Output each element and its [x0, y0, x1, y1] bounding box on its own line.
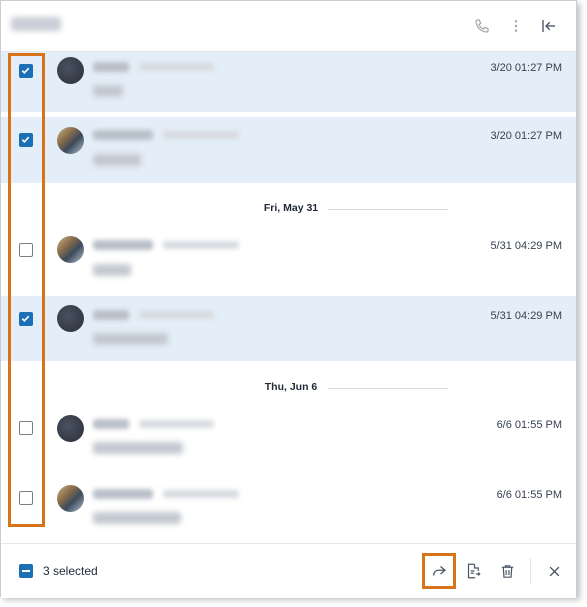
message-text: [93, 442, 183, 454]
sender-detail: [163, 131, 239, 139]
message-time: 6/6 01:55 PM: [496, 419, 562, 431]
forward-button-highlight: [422, 553, 456, 589]
avatar: [57, 415, 84, 442]
conversation-title: [11, 17, 61, 31]
message-row[interactable]: 3/20 01:27 PM: [1, 52, 576, 112]
message-text: [93, 333, 168, 345]
avatar: [57, 305, 84, 332]
message-time: 3/20 01:27 PM: [490, 130, 562, 142]
trash-icon[interactable]: [496, 560, 518, 582]
sender-name: [93, 62, 129, 72]
message-time: 3/20 01:27 PM: [490, 62, 562, 74]
toolbar-divider: [530, 558, 531, 584]
sender-detail: [139, 311, 214, 319]
sender-name: [93, 310, 129, 320]
message-row[interactable]: 6/6 01:55 PM: [1, 471, 576, 537]
message-row[interactable]: 5/31 04:29 PM: [1, 296, 576, 361]
checkbox-column-highlight: [8, 53, 45, 527]
sender-detail: [163, 241, 239, 249]
selection-toolbar: 3 selected: [1, 543, 576, 598]
avatar: [57, 57, 84, 84]
date-separator: Thu, Jun 6: [1, 379, 576, 395]
date-separator-line: [328, 209, 448, 210]
date-separator-label: Thu, Jun 6: [264, 381, 318, 393]
panel-header: [1, 1, 576, 52]
close-icon[interactable]: [543, 560, 565, 582]
sender-name: [93, 419, 129, 429]
sender-detail: [139, 63, 214, 71]
sender-name: [93, 130, 153, 140]
message-time: 6/6 01:55 PM: [496, 489, 562, 501]
conversation-panel: 3/20 01:27 PM 3/20 01:27 PM Fri, May 31 …: [0, 0, 577, 598]
message-row[interactable]: 5/31 04:29 PM: [1, 223, 576, 289]
export-icon[interactable]: [462, 560, 484, 582]
message-text: [93, 264, 131, 276]
avatar: [57, 236, 84, 263]
date-separator-line: [328, 388, 448, 389]
avatar: [57, 485, 84, 512]
message-text: [93, 85, 123, 97]
more-vertical-icon[interactable]: [505, 15, 527, 37]
collapse-left-icon[interactable]: [538, 15, 560, 37]
date-separator: Fri, May 31: [1, 200, 576, 216]
message-time: 5/31 04:29 PM: [490, 240, 562, 252]
message-row[interactable]: 6/6 01:55 PM: [1, 401, 576, 465]
message-text: [93, 154, 141, 166]
message-time: 5/31 04:29 PM: [490, 310, 562, 322]
date-separator-label: Fri, May 31: [263, 202, 319, 214]
message-text: [93, 512, 181, 524]
avatar: [57, 127, 84, 154]
sender-detail: [139, 420, 214, 428]
sender-detail: [163, 490, 239, 498]
sender-name: [93, 240, 153, 250]
message-row[interactable]: 3/20 01:27 PM: [1, 117, 576, 183]
phone-icon[interactable]: [471, 15, 493, 37]
sender-name: [93, 489, 153, 499]
selected-count: 3 selected: [43, 564, 98, 578]
select-all-checkbox[interactable]: [19, 564, 33, 578]
